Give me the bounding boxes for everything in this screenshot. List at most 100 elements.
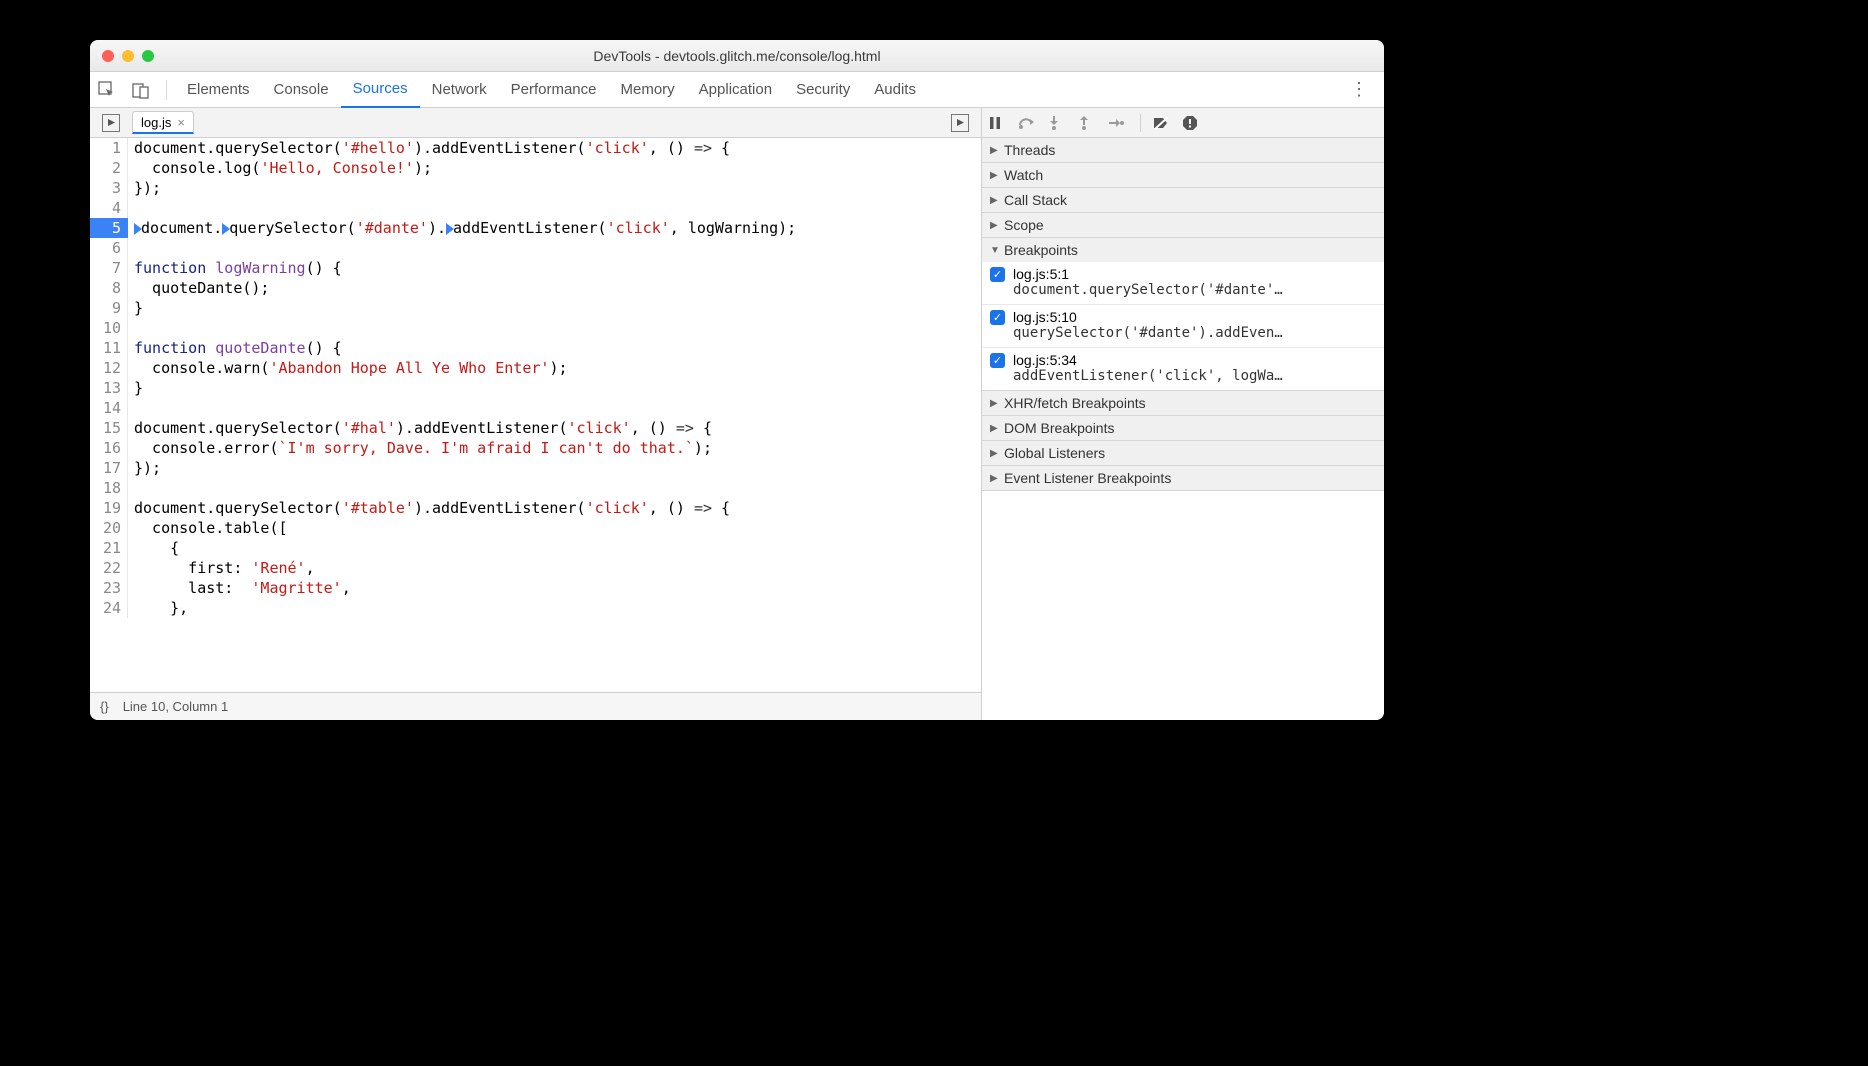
code-line[interactable]: 3}); (90, 178, 981, 198)
line-source[interactable]: document.querySelector('#hal').addEventL… (128, 418, 712, 438)
code-line[interactable]: 15document.querySelector('#hal').addEven… (90, 418, 981, 438)
step-into-icon[interactable] (1048, 116, 1068, 130)
line-gutter[interactable]: 2 (90, 158, 128, 178)
line-gutter[interactable]: 4 (90, 198, 128, 218)
close-window-button[interactable] (102, 50, 114, 62)
step-over-icon[interactable] (1018, 116, 1038, 130)
code-line[interactable]: 16 console.error(`I'm sorry, Dave. I'm a… (90, 438, 981, 458)
code-line[interactable]: 11function quoteDante() { (90, 338, 981, 358)
line-gutter[interactable]: 10 (90, 318, 128, 338)
tab-audits[interactable]: Audits (862, 72, 928, 108)
tab-console[interactable]: Console (262, 72, 341, 108)
line-source[interactable]: console.log('Hello, Console!'); (128, 158, 432, 178)
line-source[interactable]: console.warn('Abandon Hope All Ye Who En… (128, 358, 568, 378)
tab-security[interactable]: Security (784, 72, 862, 108)
line-gutter[interactable]: 1 (90, 138, 128, 158)
line-gutter[interactable]: 21 (90, 538, 128, 558)
line-source[interactable]: document.querySelector('#hello').addEven… (128, 138, 730, 158)
code-line[interactable]: 2 console.log('Hello, Console!'); (90, 158, 981, 178)
breakpoint-item[interactable]: ✓log.js:5:10querySelector('#dante').addE… (982, 305, 1384, 348)
line-gutter[interactable]: 6 (90, 238, 128, 258)
breakpoint-checkbox[interactable]: ✓ (990, 267, 1005, 282)
tab-sources[interactable]: Sources (341, 72, 420, 108)
line-gutter[interactable]: 9 (90, 298, 128, 318)
code-line[interactable]: 13} (90, 378, 981, 398)
code-line[interactable]: 22 first: 'René', (90, 558, 981, 578)
show-debugger-icon[interactable] (951, 114, 969, 132)
pane-xhr-breakpoints[interactable]: ▶XHR/fetch Breakpoints (982, 391, 1384, 415)
step-out-icon[interactable] (1078, 116, 1098, 130)
pause-icon[interactable] (988, 116, 1008, 130)
code-line[interactable]: 24 }, (90, 598, 981, 618)
line-gutter[interactable]: 15 (90, 418, 128, 438)
pane-global-listeners[interactable]: ▶Global Listeners (982, 441, 1384, 465)
pane-watch[interactable]: ▶Watch (982, 163, 1384, 187)
code-line[interactable]: 20 console.table([ (90, 518, 981, 538)
code-line[interactable]: 1document.querySelector('#hello').addEve… (90, 138, 981, 158)
file-tab-logjs[interactable]: log.js × (132, 111, 194, 134)
tab-elements[interactable]: Elements (175, 72, 262, 108)
line-source[interactable]: } (128, 298, 143, 318)
line-source[interactable]: first: 'René', (128, 558, 315, 578)
code-line[interactable]: 6 (90, 238, 981, 258)
line-gutter[interactable]: 12 (90, 358, 128, 378)
line-source[interactable]: function quoteDante() { (128, 338, 342, 358)
pretty-print-icon[interactable]: {} (100, 699, 109, 714)
line-gutter[interactable]: 17 (90, 458, 128, 478)
line-gutter[interactable]: 22 (90, 558, 128, 578)
code-line[interactable]: 18 (90, 478, 981, 498)
line-gutter[interactable]: 14 (90, 398, 128, 418)
breakpoint-item[interactable]: ✓log.js:5:34addEventListener('click', lo… (982, 348, 1384, 390)
line-source[interactable]: console.error(`I'm sorry, Dave. I'm afra… (128, 438, 712, 458)
line-source[interactable] (128, 238, 134, 258)
line-source[interactable]: document.querySelector('#dante').addEven… (128, 218, 796, 238)
line-gutter[interactable]: 16 (90, 438, 128, 458)
code-line[interactable]: 4 (90, 198, 981, 218)
code-line[interactable]: 9} (90, 298, 981, 318)
line-source[interactable]: last: 'Magritte', (128, 578, 351, 598)
pane-scope[interactable]: ▶Scope (982, 213, 1384, 237)
line-source[interactable]: console.table([ (128, 518, 288, 538)
line-source[interactable]: } (128, 378, 143, 398)
breakpoint-item[interactable]: ✓log.js:5:1document.querySelector('#dant… (982, 262, 1384, 305)
close-tab-icon[interactable]: × (177, 115, 185, 130)
minimize-window-button[interactable] (122, 50, 134, 62)
breakpoint-checkbox[interactable]: ✓ (990, 310, 1005, 325)
line-gutter[interactable]: 11 (90, 338, 128, 358)
line-gutter[interactable]: 8 (90, 278, 128, 298)
pause-on-exceptions-icon[interactable] (1183, 116, 1203, 130)
tab-application[interactable]: Application (687, 72, 784, 108)
code-line[interactable]: 8 quoteDante(); (90, 278, 981, 298)
line-gutter[interactable]: 5 (90, 218, 128, 238)
line-source[interactable]: }); (128, 458, 161, 478)
code-line[interactable]: 23 last: 'Magritte', (90, 578, 981, 598)
pane-event-listener-breakpoints[interactable]: ▶Event Listener Breakpoints (982, 466, 1384, 490)
line-gutter[interactable]: 23 (90, 578, 128, 598)
device-toolbar-icon[interactable] (130, 79, 152, 101)
line-source[interactable] (128, 478, 134, 498)
code-line[interactable]: 10 (90, 318, 981, 338)
line-source[interactable] (128, 318, 134, 338)
line-gutter[interactable]: 20 (90, 518, 128, 538)
breakpoint-checkbox[interactable]: ✓ (990, 353, 1005, 368)
tab-network[interactable]: Network (420, 72, 499, 108)
line-gutter[interactable]: 24 (90, 598, 128, 618)
line-source[interactable]: }); (128, 178, 161, 198)
pane-callstack[interactable]: ▶Call Stack (982, 188, 1384, 212)
code-line[interactable]: 12 console.warn('Abandon Hope All Ye Who… (90, 358, 981, 378)
zoom-window-button[interactable] (142, 50, 154, 62)
line-source[interactable]: quoteDante(); (128, 278, 269, 298)
line-gutter[interactable]: 18 (90, 478, 128, 498)
line-gutter[interactable]: 13 (90, 378, 128, 398)
line-source[interactable] (128, 398, 134, 418)
line-source[interactable] (128, 198, 134, 218)
tab-performance[interactable]: Performance (499, 72, 609, 108)
code-line[interactable]: 5document.querySelector('#dante').addEve… (90, 218, 981, 238)
deactivate-breakpoints-icon[interactable] (1153, 116, 1173, 130)
line-source[interactable]: { (128, 538, 179, 558)
code-line[interactable]: 17}); (90, 458, 981, 478)
pane-breakpoints[interactable]: ▼Breakpoints (982, 238, 1384, 262)
code-editor[interactable]: 1document.querySelector('#hello').addEve… (90, 138, 981, 692)
code-line[interactable]: 7function logWarning() { (90, 258, 981, 278)
titlebar[interactable]: DevTools - devtools.glitch.me/console/lo… (90, 40, 1384, 72)
